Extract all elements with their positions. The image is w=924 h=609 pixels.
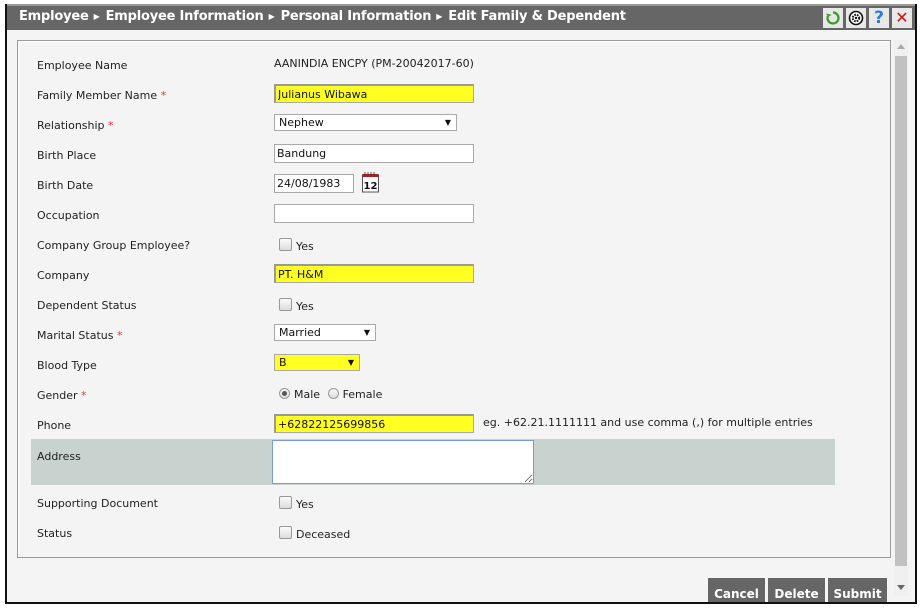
- dependent-status-option: Yes: [296, 300, 314, 313]
- blood-type-value: B: [279, 356, 287, 369]
- vertical-scrollbar[interactable]: [894, 40, 908, 596]
- help-icon: ?: [874, 8, 884, 28]
- row-relationship: Relationship * Nephew ▼: [31, 109, 835, 139]
- supporting-document-label: Supporting Document: [37, 497, 158, 510]
- birth-place-input[interactable]: [274, 144, 474, 163]
- gender-label: Gender: [37, 389, 78, 402]
- dependent-status-checkbox[interactable]: [279, 298, 292, 311]
- required-star: *: [108, 119, 114, 132]
- relationship-value: Nephew: [279, 116, 324, 129]
- marital-status-label: Marital Status: [37, 329, 114, 342]
- row-employee-name: Employee Name AANINDIA ENCPY (PM-2004201…: [31, 49, 835, 79]
- settings-icon: [848, 10, 864, 26]
- breadcrumb-edit-family-dependent: Edit Family & Dependent: [448, 9, 626, 24]
- refresh-button[interactable]: [823, 8, 843, 28]
- chevron-down-icon: ▼: [347, 358, 354, 367]
- blood-type-label: Blood Type: [37, 359, 97, 372]
- address-label: Address: [37, 450, 81, 463]
- calendar-button[interactable]: 12: [361, 171, 381, 196]
- status-deceased-option: Deceased: [296, 528, 351, 541]
- employee-name-label: Employee Name: [37, 59, 128, 72]
- triangle-right-icon: ▶: [93, 12, 100, 21]
- row-occupation: Occupation: [31, 199, 835, 229]
- help-button[interactable]: ?: [869, 8, 889, 28]
- marital-status-value: Married: [279, 326, 321, 339]
- occupation-input[interactable]: [274, 204, 474, 223]
- family-member-name-label: Family Member Name: [37, 89, 158, 102]
- close-button[interactable]: ✕: [892, 8, 912, 28]
- breadcrumb: Employee ▶ Employee Information ▶ Personal I…: [19, 9, 626, 24]
- birth-place-label: Birth Place: [37, 149, 97, 162]
- triangle-right-icon: ▶: [268, 12, 275, 21]
- gender-male-label: Male: [294, 388, 321, 401]
- form-panel: Employee Name AANINDIA ENCPY (PM-2004201…: [17, 40, 891, 558]
- row-blood-type: Blood Type B ▼: [31, 349, 835, 379]
- row-company: Company: [31, 259, 835, 289]
- gender-male-radio[interactable]: [279, 388, 290, 399]
- occupation-label: Occupation: [37, 209, 100, 222]
- calendar-day: 12: [363, 181, 377, 192]
- address-textarea[interactable]: [272, 440, 534, 484]
- row-marital-status: Marital Status * Married ▼: [31, 319, 835, 349]
- family-member-name-input[interactable]: [274, 84, 474, 103]
- birth-date-label: Birth Date: [37, 179, 94, 192]
- company-group-employee-option: Yes: [296, 240, 314, 253]
- breadcrumb-employee-information[interactable]: Employee Information: [106, 9, 264, 24]
- required-star: *: [81, 389, 87, 402]
- phone-hint: eg. +62.21.1111111 and use comma (,) for…: [483, 416, 813, 429]
- row-birth-place: Birth Place: [31, 139, 835, 169]
- marital-status-select[interactable]: Married ▼: [274, 324, 376, 341]
- row-dependent-status: Dependent Status Yes: [31, 289, 835, 319]
- status-label: Status: [37, 527, 73, 540]
- blood-type-select[interactable]: B ▼: [274, 354, 360, 371]
- form-actions: Cancel Delete Submit: [708, 578, 887, 602]
- row-family-member-name: Family Member Name *: [31, 79, 835, 109]
- company-group-employee-label: Company Group Employee?: [37, 239, 191, 252]
- dependent-status-label: Dependent Status: [37, 299, 137, 312]
- refresh-icon: [826, 11, 840, 25]
- submit-button[interactable]: Submit: [828, 578, 887, 602]
- row-gender: Gender * Male Female: [31, 379, 835, 409]
- row-company-group-employee: Company Group Employee? Yes: [31, 229, 835, 259]
- supporting-document-checkbox[interactable]: [279, 496, 292, 509]
- calendar-icon: 12: [361, 172, 379, 193]
- close-icon: ✕: [895, 8, 909, 27]
- row-address: Address: [31, 439, 835, 485]
- relationship-label: Relationship: [37, 119, 105, 132]
- supporting-document-option: Yes: [296, 498, 314, 511]
- phone-label: Phone: [37, 419, 72, 432]
- settings-button[interactable]: [846, 8, 866, 28]
- row-birth-date: Birth Date 12: [31, 169, 835, 199]
- title-bar: Employee ▶ Employee Information ▶ Personal I…: [7, 4, 915, 30]
- gender-female-label: Female: [342, 388, 383, 401]
- title-bar-icons: ? ✕: [823, 8, 912, 28]
- relationship-select[interactable]: Nephew ▼: [274, 114, 457, 131]
- cancel-button[interactable]: Cancel: [708, 578, 765, 602]
- gender-female-radio[interactable]: [327, 388, 339, 399]
- company-input[interactable]: [274, 264, 474, 283]
- scroll-up-arrow-icon[interactable]: [897, 44, 905, 49]
- edit-family-window: Employee ▶ Employee Information ▶ Personal I…: [5, 4, 917, 604]
- phone-input[interactable]: [274, 414, 474, 433]
- row-phone: Phone eg. +62.21.1111111 and use comma (…: [31, 409, 835, 439]
- row-status: Status Deceased: [31, 517, 835, 547]
- triangle-right-icon: ▶: [436, 12, 443, 21]
- status-deceased-checkbox[interactable]: [279, 526, 292, 539]
- breadcrumb-personal-information[interactable]: Personal Information: [281, 9, 432, 24]
- scrollbar-thumb[interactable]: [895, 56, 907, 566]
- company-label: Company: [37, 269, 90, 282]
- breadcrumb-employee[interactable]: Employee: [19, 9, 89, 24]
- required-star: *: [160, 89, 167, 102]
- chevron-down-icon: ▼: [363, 328, 370, 337]
- company-group-employee-checkbox[interactable]: [279, 238, 292, 251]
- chevron-down-icon: ▼: [444, 118, 451, 127]
- delete-button[interactable]: Delete: [768, 578, 825, 602]
- scroll-down-arrow-icon[interactable]: [897, 585, 905, 590]
- required-star: *: [116, 329, 123, 342]
- employee-name-value: AANINDIA ENCPY (PM-20042017-60): [274, 57, 474, 70]
- birth-date-input[interactable]: [274, 174, 354, 193]
- row-supporting-document: Supporting Document Yes: [31, 487, 835, 517]
